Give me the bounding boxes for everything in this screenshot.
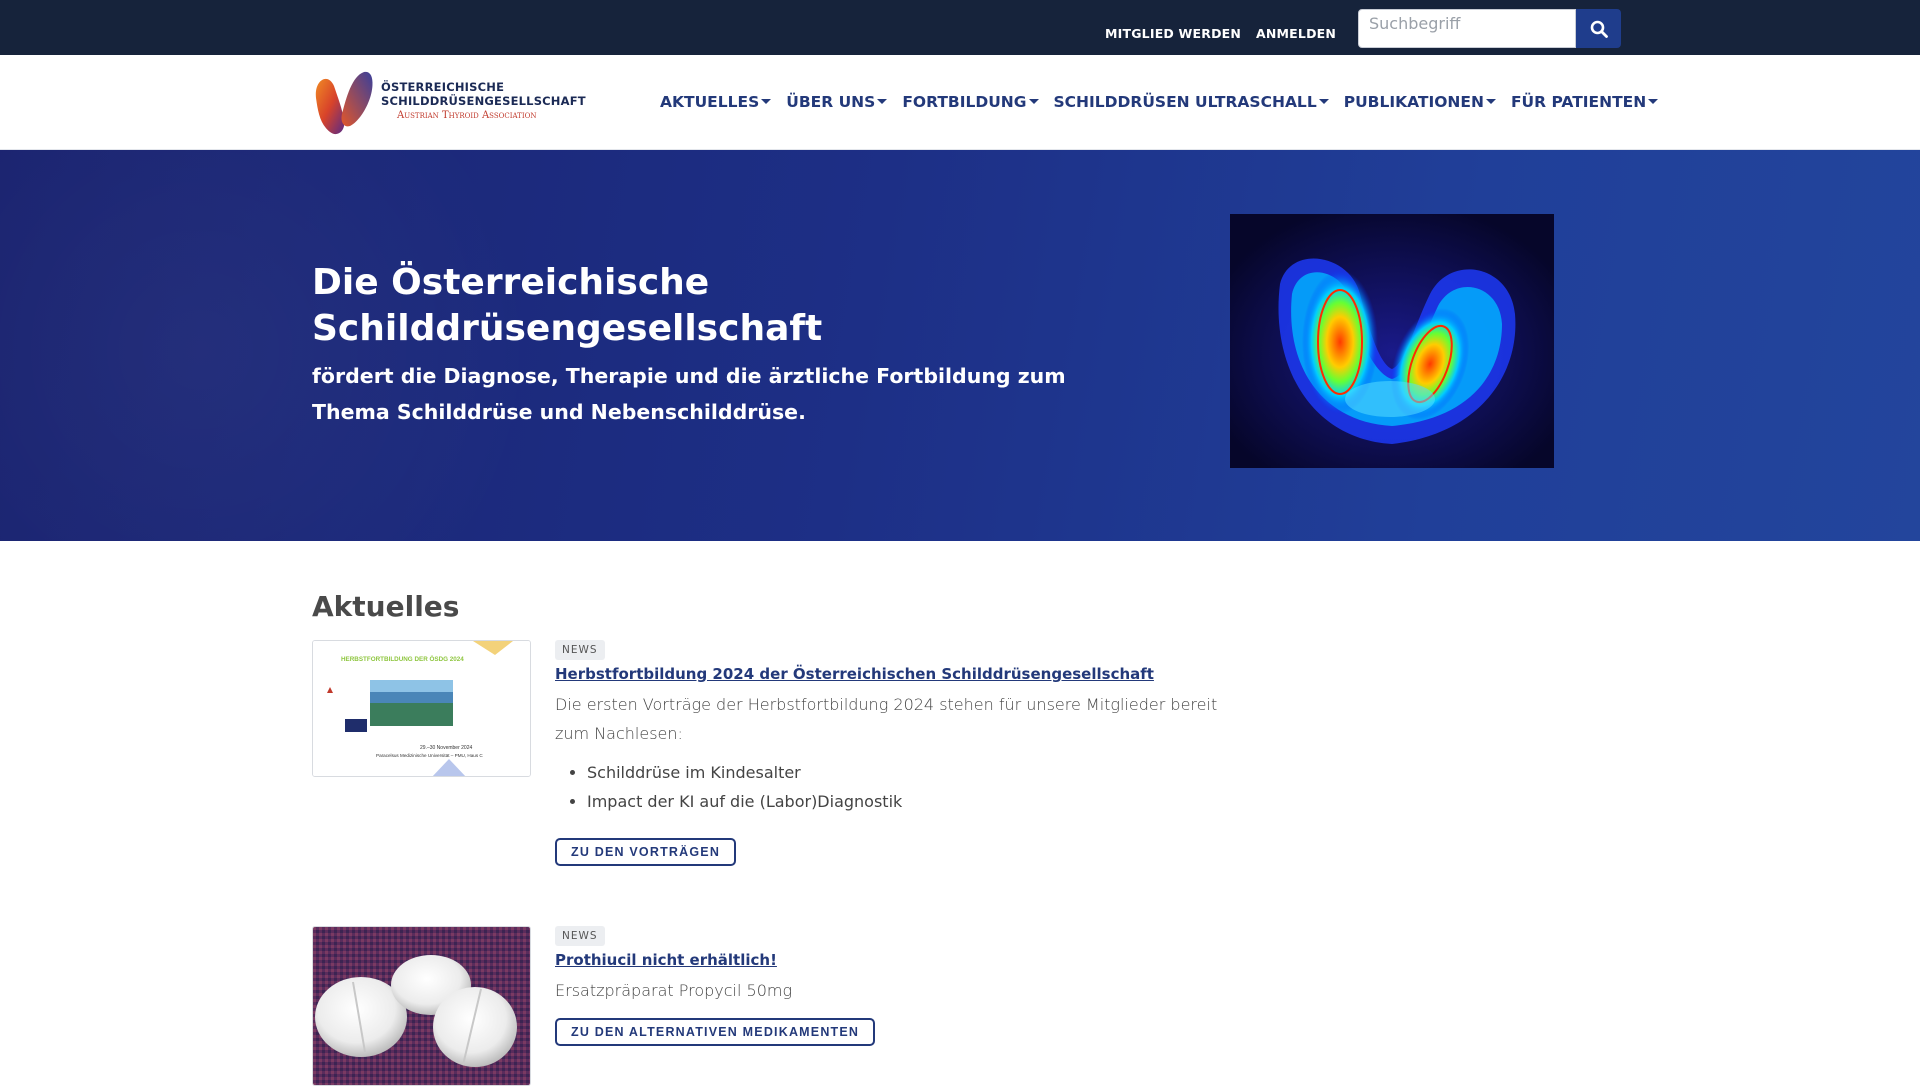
logo-text: ÖSTERREICHISCHE SCHILDDRÜSENGESELLSCHAFT…: [381, 80, 586, 124]
search-input[interactable]: [1358, 9, 1576, 48]
nav-item-label: AKTUELLES: [660, 93, 760, 111]
news-title-link[interactable]: Prothiucil nicht erhältlich!: [555, 951, 1255, 969]
hero-title-line-1: Die Österreichische: [312, 262, 710, 303]
site-logo[interactable]: ÖSTERREICHISCHE SCHILDDRÜSENGESELLSCHAFT…: [312, 68, 586, 138]
news-body: NEWS Prothiucil nicht erhältlich! Ersatz…: [555, 926, 1255, 1046]
nav-item-label: FÜR PATIENTEN: [1510, 93, 1647, 111]
hero-title-line-2: Schilddrüsengesellschaft: [312, 308, 823, 349]
nav-item-fortbildung[interactable]: FORTBILDUNG: [902, 93, 1039, 111]
nav-item-publikationen[interactable]: PUBLIKATIONEN: [1344, 93, 1496, 111]
news-action: ZU DEN VORTRÄGEN: [555, 838, 1255, 866]
news-text: Die ersten Vorträge der Herbstfortbildun…: [555, 695, 1218, 743]
thumb-place: Paracelsus Medizinische Universität – PM…: [376, 753, 483, 758]
news-thumbnail[interactable]: [312, 926, 531, 1086]
section-title-aktuelles: Aktuelles: [312, 590, 460, 623]
to-lectures-button[interactable]: ZU DEN VORTRÄGEN: [555, 838, 737, 866]
list-item: Schilddrüse im Kindesalter: [587, 758, 1255, 787]
nav-item-label: FORTBILDUNG: [902, 93, 1027, 111]
main-nav: AKTUELLES ÜBER UNS FORTBILDUNG SCHILDDRÜ…: [660, 93, 1673, 111]
logo-line-1: ÖSTERREICHISCHE: [381, 80, 505, 94]
caret-down-icon: [1028, 98, 1039, 104]
news-action: ZU DEN ALTERNATIVEN MEDIKAMENTEN: [555, 1018, 1255, 1046]
hero-title: Die Österreichische Schilddrüsengesellsc…: [312, 260, 932, 352]
top-bar: MITGLIED WERDEN ANMELDEN: [0, 0, 1920, 55]
caret-down-icon: [1485, 98, 1496, 104]
caret-down-icon: [1648, 98, 1659, 104]
logo-tagline: Austrian Thyroid Association: [397, 110, 537, 121]
thumb-heading: HERBSTFORTBILDUNG DER ÖSDG 2024: [341, 654, 464, 663]
thyroid-scintigraphy-image: [1230, 214, 1554, 468]
search-icon: [1590, 20, 1608, 38]
caret-down-icon: [1318, 98, 1329, 104]
news-item: NEWS Prothiucil nicht erhältlich! Ersatz…: [312, 926, 1312, 1086]
hero-banner: Die Österreichische Schilddrüsengesellsc…: [0, 150, 1920, 541]
nav-item-schilddruesen-ultraschall[interactable]: SCHILDDRÜSEN ULTRASCHALL: [1054, 93, 1329, 111]
nav-item-label: PUBLIKATIONEN: [1343, 93, 1484, 111]
nav-item-label: ÜBER UNS: [786, 93, 876, 111]
list-item: Impact der KI auf die (Labor)Diagnostik: [587, 787, 1255, 816]
news-body: NEWS Herbstfortbildung 2024 der Österrei…: [555, 640, 1255, 866]
news-title-link[interactable]: Herbstfortbildung 2024 der Österreichisc…: [555, 665, 1255, 683]
news-item: HERBSTFORTBILDUNG DER ÖSDG 2024 29.–30 N…: [312, 640, 1312, 900]
news-list: Schilddrüse im Kindesalter Impact der KI…: [587, 758, 1255, 816]
main-header: ÖSTERREICHISCHE SCHILDDRÜSENGESELLSCHAFT…: [0, 55, 1920, 150]
nav-item-fuer-patienten[interactable]: FÜR PATIENTEN: [1510, 93, 1659, 111]
logo-mark-icon: [315, 71, 373, 135]
search-button[interactable]: [1576, 9, 1621, 48]
news-text: Ersatzpräparat Propycil 50mg: [555, 981, 793, 1000]
caret-down-icon: [761, 98, 772, 104]
news-badge: NEWS: [555, 926, 605, 946]
caret-down-icon: [877, 98, 888, 104]
login-link[interactable]: ANMELDEN: [1256, 26, 1336, 41]
to-alternative-medication-button[interactable]: ZU DEN ALTERNATIVEN MEDIKAMENTEN: [555, 1018, 876, 1046]
search-form: [1358, 9, 1621, 48]
nav-item-label: SCHILDDRÜSEN ULTRASCHALL: [1053, 93, 1317, 111]
nav-item-aktuelles[interactable]: AKTUELLES: [660, 93, 772, 111]
news-thumbnail[interactable]: HERBSTFORTBILDUNG DER ÖSDG 2024 29.–30 N…: [312, 640, 531, 777]
hero-subtitle: fördert die Diagnose, Therapie und die ä…: [312, 364, 1066, 424]
logo-line-2: SCHILDDRÜSENGESELLSCHAFT: [381, 94, 586, 108]
news-badge: NEWS: [555, 640, 605, 660]
thumb-date: 29.–30 November 2024: [420, 745, 472, 751]
become-member-link[interactable]: MITGLIED WERDEN: [1105, 26, 1241, 41]
nav-item-ueber-uns[interactable]: ÜBER UNS: [786, 93, 888, 111]
